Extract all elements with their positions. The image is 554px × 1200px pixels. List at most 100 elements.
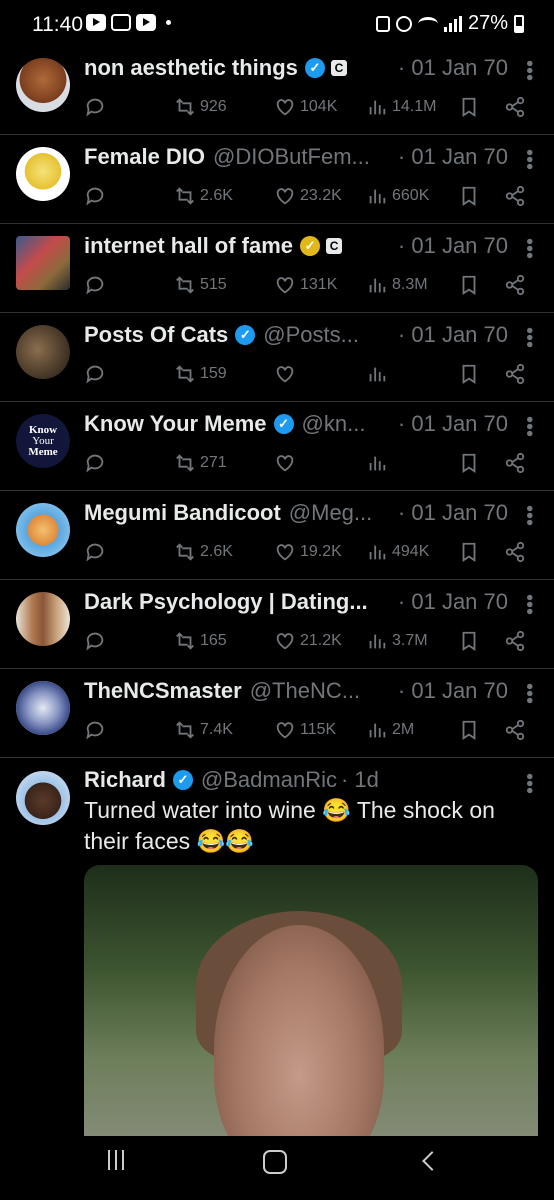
avatar[interactable] xyxy=(16,236,70,290)
more-options-icon[interactable]: ••• xyxy=(518,60,540,81)
share-button[interactable] xyxy=(504,719,526,741)
reply-button[interactable] xyxy=(84,452,106,474)
back-button[interactable] xyxy=(422,1150,442,1171)
author-name[interactable]: non aesthetic things xyxy=(84,55,298,81)
share-button[interactable] xyxy=(504,541,526,563)
author-name[interactable]: Dark Psychology | Dating... xyxy=(84,589,368,615)
share-button[interactable] xyxy=(504,185,526,207)
more-options-icon[interactable]: ••• xyxy=(518,149,540,170)
views-button[interactable]: 494K xyxy=(366,541,429,563)
author-name[interactable]: internet hall of fame xyxy=(84,233,293,259)
like-button[interactable]: 104K xyxy=(274,96,337,118)
retweet-button[interactable]: 2.6K xyxy=(174,541,233,563)
reply-button[interactable] xyxy=(84,363,106,385)
retweet-button[interactable]: 926 xyxy=(174,96,227,118)
like-button[interactable]: 21.2K xyxy=(274,630,342,652)
reply-button[interactable] xyxy=(84,96,106,118)
avatar[interactable] xyxy=(16,681,70,735)
more-options-icon[interactable]: ••• xyxy=(518,505,540,526)
tweet-date[interactable]: · 1d xyxy=(341,767,379,793)
more-options-icon[interactable]: ••• xyxy=(518,683,540,704)
like-button[interactable]: 115K xyxy=(274,719,336,741)
retweet-button[interactable]: 2.6K xyxy=(174,185,233,207)
author-name[interactable]: Know Your Meme xyxy=(84,411,267,437)
like-button[interactable]: 19.2K xyxy=(274,541,342,563)
author-name[interactable]: Female DIO xyxy=(84,144,205,170)
views-button[interactable] xyxy=(366,452,392,474)
retweet-button[interactable]: 515 xyxy=(174,274,227,296)
tweet-date[interactable]: · 01 Jan 70 xyxy=(393,55,508,81)
tweet-row[interactable]: TheNCSmaster @TheNC... · 01 Jan 70 ••• 7… xyxy=(0,669,554,758)
bookmark-button[interactable] xyxy=(458,274,480,296)
author-handle[interactable]: @TheNC... xyxy=(250,678,360,704)
retweet-button[interactable]: 7.4K xyxy=(174,719,233,741)
author-name[interactable]: Megumi Bandicoot xyxy=(84,500,281,526)
tweet-date[interactable]: · 01 Jan 70 xyxy=(393,144,508,170)
retweet-button[interactable]: 271 xyxy=(174,452,227,474)
views-button[interactable]: 8.3M xyxy=(366,274,428,296)
bookmark-button[interactable] xyxy=(458,541,480,563)
tweet-row[interactable]: non aesthetic things ✓ C · 01 Jan 70 •••… xyxy=(0,46,554,135)
share-button[interactable] xyxy=(504,274,526,296)
retweet-button[interactable]: 165 xyxy=(174,630,227,652)
share-button[interactable] xyxy=(504,96,526,118)
bookmark-button[interactable] xyxy=(458,96,480,118)
tweet-row[interactable]: Dark Psychology | Dating... · 01 Jan 70 … xyxy=(0,580,554,669)
tweet-row[interactable]: Know Your Meme Know Your Meme ✓ @kn... ·… xyxy=(0,402,554,491)
home-button[interactable] xyxy=(263,1150,287,1174)
author-name[interactable]: Posts Of Cats xyxy=(84,322,228,348)
more-options-icon[interactable]: ••• xyxy=(518,416,540,437)
avatar[interactable] xyxy=(16,147,70,201)
author-handle[interactable]: @BadmanRic xyxy=(201,767,337,793)
views-button[interactable]: 2M xyxy=(366,719,414,741)
more-options-icon[interactable]: ••• xyxy=(518,594,540,615)
reply-button[interactable] xyxy=(84,541,106,563)
timeline-feed[interactable]: non aesthetic things ✓ C · 01 Jan 70 •••… xyxy=(0,46,554,758)
tweet-row[interactable]: Female DIO @DIOButFem... · 01 Jan 70 •••… xyxy=(0,135,554,224)
avatar[interactable] xyxy=(16,771,70,825)
avatar[interactable]: Know Your Meme xyxy=(16,414,70,468)
tweet-video[interactable] xyxy=(84,865,538,1165)
tweet-date[interactable]: · 01 Jan 70 xyxy=(393,322,508,348)
share-button[interactable] xyxy=(504,452,526,474)
more-options-icon[interactable]: ••• xyxy=(518,327,540,348)
tweet-date[interactable]: · 01 Jan 70 xyxy=(393,411,508,437)
author-handle[interactable]: @kn... xyxy=(302,411,366,437)
bookmark-button[interactable] xyxy=(458,719,480,741)
bookmark-button[interactable] xyxy=(458,185,480,207)
avatar[interactable] xyxy=(16,503,70,557)
views-button[interactable]: 14.1M xyxy=(366,96,436,118)
reply-button[interactable] xyxy=(84,630,106,652)
author-handle[interactable]: @Meg... xyxy=(289,500,372,526)
recent-apps-button[interactable] xyxy=(108,1150,124,1170)
avatar[interactable] xyxy=(16,592,70,646)
views-button[interactable]: 660K xyxy=(366,185,429,207)
like-button[interactable] xyxy=(274,363,300,385)
author-name[interactable]: TheNCSmaster xyxy=(84,678,242,704)
share-button[interactable] xyxy=(504,363,526,385)
tweet-date[interactable]: · 01 Jan 70 xyxy=(393,233,508,259)
like-button[interactable] xyxy=(274,452,300,474)
more-options-icon[interactable]: ••• xyxy=(518,773,540,794)
tweet-date[interactable]: · 01 Jan 70 xyxy=(393,678,508,704)
share-button[interactable] xyxy=(504,630,526,652)
like-button[interactable]: 131K xyxy=(274,274,337,296)
tweet-row[interactable]: internet hall of fame ✓ C · 01 Jan 70 ••… xyxy=(0,224,554,313)
like-button[interactable]: 23.2K xyxy=(274,185,342,207)
expanded-tweet[interactable]: Richard ✓ @BadmanRic · 1d ••• Turned wat… xyxy=(0,757,554,1165)
author-handle[interactable]: @Posts... xyxy=(263,322,359,348)
tweet-date[interactable]: · 01 Jan 70 xyxy=(393,589,508,615)
more-options-icon[interactable]: ••• xyxy=(518,238,540,259)
bookmark-button[interactable] xyxy=(458,452,480,474)
avatar[interactable] xyxy=(16,325,70,379)
bookmark-button[interactable] xyxy=(458,630,480,652)
views-button[interactable] xyxy=(366,363,392,385)
reply-button[interactable] xyxy=(84,274,106,296)
reply-button[interactable] xyxy=(84,185,106,207)
tweet-row[interactable]: Posts Of Cats ✓ @Posts... · 01 Jan 70 ••… xyxy=(0,313,554,402)
author-handle[interactable]: @DIOButFem... xyxy=(213,144,370,170)
reply-button[interactable] xyxy=(84,719,106,741)
avatar[interactable] xyxy=(16,58,70,112)
bookmark-button[interactable] xyxy=(458,363,480,385)
tweet-row[interactable]: Megumi Bandicoot @Meg... · 01 Jan 70 •••… xyxy=(0,491,554,580)
